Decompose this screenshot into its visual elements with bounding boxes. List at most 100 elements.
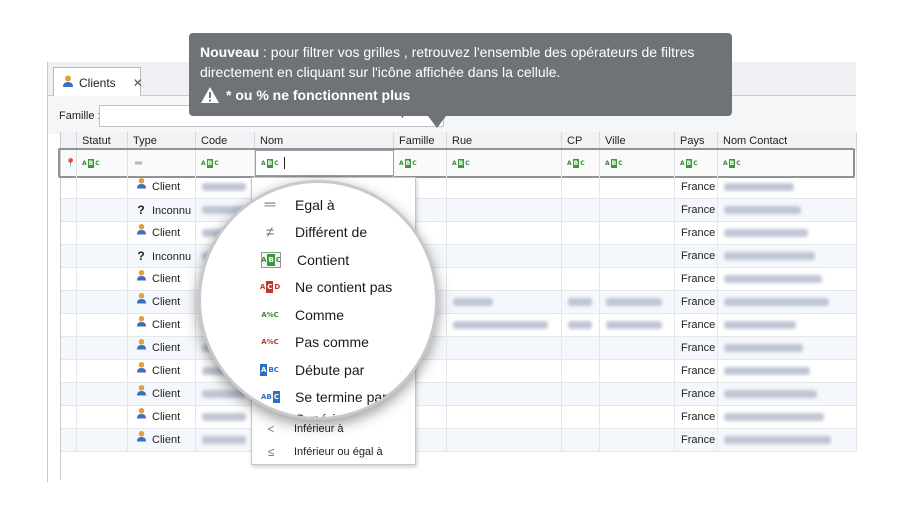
cell-nom-contact[interactable] xyxy=(718,337,857,360)
cell-ville[interactable] xyxy=(600,222,675,245)
cell-nom-contact[interactable] xyxy=(718,360,857,383)
filter-famille[interactable]: ABC xyxy=(394,150,447,176)
close-icon[interactable]: ✕ xyxy=(133,76,143,90)
table-row[interactable]: Client France xyxy=(61,291,857,314)
cell-statut[interactable] xyxy=(77,268,128,291)
column-header-type[interactable]: Type xyxy=(128,132,196,150)
cell-pays[interactable]: France xyxy=(675,314,718,337)
operator-different[interactable]: ≠ Différent de xyxy=(261,219,392,247)
cell-pays[interactable]: France xyxy=(675,176,718,199)
contains-operator-icon[interactable]: ABC xyxy=(81,158,101,168)
cell-cp[interactable] xyxy=(562,406,600,429)
cell-cp[interactable] xyxy=(562,383,600,406)
cell-cp[interactable] xyxy=(562,429,600,452)
cell-type[interactable]: Client xyxy=(128,291,196,314)
cell-type[interactable]: Client xyxy=(128,314,196,337)
cell-statut[interactable] xyxy=(77,245,128,268)
cell-rue[interactable] xyxy=(447,429,562,452)
cell-nom-contact[interactable] xyxy=(718,268,857,291)
cell-statut[interactable] xyxy=(77,199,128,222)
cell-pays[interactable]: France xyxy=(675,406,718,429)
cell-nom-contact[interactable] xyxy=(718,291,857,314)
filter-nom-contact[interactable]: ABC xyxy=(718,150,857,176)
cell-ville[interactable] xyxy=(600,199,675,222)
cell-pays[interactable]: France xyxy=(675,222,718,245)
table-row[interactable]: ClientntFrance xyxy=(61,222,857,245)
table-row[interactable]: ClientntFrance xyxy=(61,406,857,429)
cell-statut[interactable] xyxy=(77,222,128,245)
column-header-statut[interactable]: Statut xyxy=(77,132,128,150)
operator-debute-par[interactable]: A BC Débute par xyxy=(260,356,392,384)
cell-nom-contact[interactable] xyxy=(718,406,857,429)
filter-ville[interactable]: ABC xyxy=(600,150,675,176)
cell-ville[interactable] xyxy=(600,245,675,268)
table-row[interactable]: ?InconnuntFrance xyxy=(61,199,857,222)
cell-cp[interactable] xyxy=(562,291,600,314)
cell-type[interactable]: Client xyxy=(128,337,196,360)
cell-type[interactable]: Client xyxy=(128,360,196,383)
column-header-nom-contact[interactable]: Nom Contact xyxy=(718,132,857,150)
cell-rue[interactable] xyxy=(447,383,562,406)
cell-code[interactable] xyxy=(196,406,255,429)
filter-cp[interactable]: ABC xyxy=(562,150,600,176)
operator-contient[interactable]: ABC Contient xyxy=(261,246,392,274)
cell-statut[interactable] xyxy=(77,176,128,199)
cell-rue[interactable] xyxy=(447,337,562,360)
column-header-pays[interactable]: Pays xyxy=(675,132,718,150)
cell-rue[interactable] xyxy=(447,245,562,268)
contains-operator-icon[interactable]: ABC xyxy=(260,158,280,168)
cell-nom-contact[interactable] xyxy=(718,429,857,452)
table-row[interactable]: ? Inconnu France xyxy=(61,245,857,268)
cell-ville[interactable] xyxy=(600,406,675,429)
contains-operator-icon[interactable]: ABC xyxy=(604,158,624,168)
cell-statut[interactable] xyxy=(77,429,128,452)
cell-type[interactable]: ? Inconnu xyxy=(128,245,196,268)
table-row[interactable]: ClientntFrance xyxy=(61,176,857,199)
operator-ne-contient-pas[interactable]: ACD Ne contient pas xyxy=(260,274,392,302)
column-header-cp[interactable]: CP xyxy=(562,132,600,150)
cell-statut[interactable] xyxy=(77,314,128,337)
contains-operator-icon[interactable]: ABC xyxy=(200,158,220,168)
cell-rue[interactable] xyxy=(447,291,562,314)
contains-operator-icon[interactable]: ABC xyxy=(722,158,742,168)
cell-statut[interactable] xyxy=(77,360,128,383)
operator-pas-comme[interactable]: A%C Pas comme xyxy=(261,329,392,357)
cell-cp[interactable] xyxy=(562,245,600,268)
cell-ville[interactable] xyxy=(600,429,675,452)
cell-statut[interactable] xyxy=(77,337,128,360)
filter-nom[interactable]: ABC xyxy=(255,150,394,176)
cell-ville[interactable] xyxy=(600,291,675,314)
cell-ville[interactable] xyxy=(600,337,675,360)
cell-ville[interactable] xyxy=(600,268,675,291)
cell-type[interactable]: ? Inconnu xyxy=(128,199,196,222)
operator-se-termine-par[interactable]: AB C Se termine par xyxy=(261,384,392,412)
table-row[interactable]: ClientntFrance xyxy=(61,360,857,383)
cell-code[interactable] xyxy=(196,176,255,199)
cell-cp[interactable] xyxy=(562,314,600,337)
filter-rue[interactable]: ABC xyxy=(447,150,562,176)
column-header-nom[interactable]: Nom xyxy=(255,132,394,150)
cell-statut[interactable] xyxy=(77,406,128,429)
cell-type[interactable]: Client xyxy=(128,429,196,452)
filter-statut[interactable]: ABC xyxy=(77,150,128,176)
operator-egal[interactable]: ═ Egal à xyxy=(261,191,392,219)
cell-type[interactable]: Client xyxy=(128,383,196,406)
cell-nom-contact[interactable] xyxy=(718,176,857,199)
cell-pays[interactable]: France xyxy=(675,337,718,360)
filter-code[interactable]: ABC xyxy=(196,150,255,176)
cell-rue[interactable] xyxy=(447,268,562,291)
cell-cp[interactable] xyxy=(562,268,600,291)
cell-type[interactable]: Client xyxy=(128,268,196,291)
cell-nom-contact[interactable] xyxy=(718,222,857,245)
cell-rue[interactable] xyxy=(447,176,562,199)
contains-operator-icon[interactable]: ABC xyxy=(679,158,699,168)
table-row[interactable]: Client France xyxy=(61,337,857,360)
filter-pays[interactable]: ABC xyxy=(675,150,718,176)
cell-cp[interactable] xyxy=(562,199,600,222)
cell-pays[interactable]: France xyxy=(675,360,718,383)
table-row[interactable]: Client France xyxy=(61,268,857,291)
cell-type[interactable]: Client xyxy=(128,222,196,245)
cell-rue[interactable] xyxy=(447,360,562,383)
table-row[interactable]: ClientntFrance xyxy=(61,383,857,406)
cell-nom-contact[interactable] xyxy=(718,383,857,406)
